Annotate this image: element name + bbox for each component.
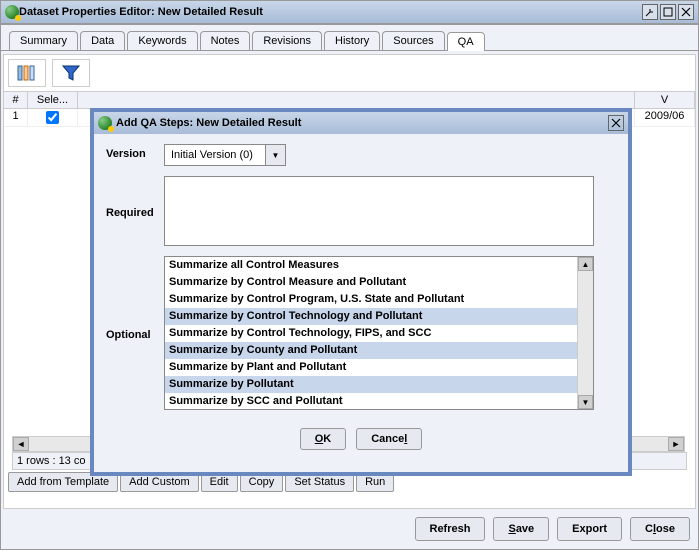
list-item[interactable]: Summarize by County and Pollutant bbox=[165, 342, 577, 359]
application-icon bbox=[5, 5, 19, 19]
maximize-icon[interactable] bbox=[660, 4, 676, 20]
minimize-icon[interactable] bbox=[642, 4, 658, 20]
refresh-button[interactable]: Refresh bbox=[415, 517, 486, 541]
main-panel: Summary Data Keywords Notes Revisions Hi… bbox=[0, 24, 699, 550]
add-qa-steps-dialog: Add QA Steps: New Detailed Result Versio… bbox=[91, 109, 631, 475]
optional-row: Optional Summarize all Control MeasuresS… bbox=[106, 256, 616, 410]
optional-label: Optional bbox=[106, 325, 164, 341]
list-item[interactable]: Summarize all Control Measures bbox=[165, 257, 577, 274]
close-icon[interactable] bbox=[678, 4, 694, 20]
version-row: Version Initial Version (0) ▼ bbox=[106, 144, 616, 166]
tab-summary[interactable]: Summary bbox=[9, 31, 78, 50]
scroll-down-icon[interactable]: ▼ bbox=[578, 395, 593, 409]
grid-col-when[interactable]: V bbox=[635, 92, 695, 108]
dialog-titlebar: Add QA Steps: New Detailed Result bbox=[94, 112, 628, 134]
window-controls bbox=[642, 4, 694, 20]
tab-history[interactable]: History bbox=[324, 31, 380, 50]
list-item[interactable]: Summarize by Control Technology, FIPS, a… bbox=[165, 325, 577, 342]
add-custom-button[interactable]: Add Custom bbox=[120, 472, 199, 492]
edit-button[interactable]: Edit bbox=[201, 472, 238, 492]
tab-bar: Summary Data Keywords Notes Revisions Hi… bbox=[1, 25, 698, 51]
toolbar bbox=[4, 55, 695, 91]
tab-revisions[interactable]: Revisions bbox=[252, 31, 322, 50]
row-checkbox[interactable] bbox=[46, 111, 59, 124]
set-status-button[interactable]: Set Status bbox=[285, 472, 354, 492]
save-button[interactable]: Save bbox=[493, 517, 549, 541]
filter-tool-icon[interactable] bbox=[52, 59, 90, 87]
tab-data[interactable]: Data bbox=[80, 31, 125, 50]
tab-keywords[interactable]: Keywords bbox=[127, 31, 197, 50]
columns-tool-icon[interactable] bbox=[8, 59, 46, 87]
grid-header: # Sele... V bbox=[4, 91, 695, 109]
vertical-scrollbar[interactable]: ▲ ▼ bbox=[577, 257, 593, 409]
scroll-left-icon[interactable]: ◄ bbox=[13, 437, 29, 451]
qa-button-bar: Add from Template Add Custom Edit Copy S… bbox=[8, 472, 394, 492]
tab-notes[interactable]: Notes bbox=[200, 31, 251, 50]
optional-listbox[interactable]: Summarize all Control MeasuresSummarize … bbox=[164, 256, 594, 410]
dialog-close-icon[interactable] bbox=[608, 115, 624, 131]
grid-cell-num: 1 bbox=[4, 109, 28, 126]
version-combobox[interactable]: Initial Version (0) ▼ bbox=[164, 144, 286, 166]
required-label: Required bbox=[106, 203, 164, 219]
grid-col-spacer bbox=[78, 92, 635, 108]
close-button[interactable]: Close bbox=[630, 517, 690, 541]
tab-qa[interactable]: QA bbox=[447, 32, 485, 51]
grid-col-num[interactable]: # bbox=[4, 92, 28, 108]
required-textarea[interactable] bbox=[164, 176, 594, 246]
optional-items: Summarize all Control MeasuresSummarize … bbox=[165, 257, 577, 409]
cancel-button[interactable]: Cancel bbox=[356, 428, 422, 450]
scroll-track-vertical[interactable] bbox=[578, 271, 593, 395]
grid-cell-date: 2009/06 bbox=[635, 109, 695, 126]
copy-button[interactable]: Copy bbox=[240, 472, 284, 492]
list-item[interactable]: Summarize by Control Program, U.S. State… bbox=[165, 291, 577, 308]
window-title: Dataset Properties Editor: New Detailed … bbox=[19, 6, 642, 18]
list-item[interactable]: Summarize by SCC and Pollutant bbox=[165, 393, 577, 409]
add-from-template-button[interactable]: Add from Template bbox=[8, 472, 118, 492]
scroll-up-icon[interactable]: ▲ bbox=[578, 257, 593, 271]
list-item[interactable]: Summarize by Plant and Pollutant bbox=[165, 359, 577, 376]
chevron-down-icon[interactable]: ▼ bbox=[265, 145, 285, 165]
ok-button[interactable]: OK bbox=[300, 428, 347, 450]
dialog-title: Add QA Steps: New Detailed Result bbox=[116, 117, 608, 129]
scroll-right-icon[interactable]: ► bbox=[668, 437, 684, 451]
list-item[interactable]: Summarize by Control Measure and Polluta… bbox=[165, 274, 577, 291]
export-button[interactable]: Export bbox=[557, 517, 622, 541]
run-button[interactable]: Run bbox=[356, 472, 394, 492]
dialog-button-row: OK Cancel bbox=[106, 420, 616, 462]
list-item[interactable]: Summarize by Pollutant bbox=[165, 376, 577, 393]
grid-cell-select[interactable] bbox=[28, 109, 78, 126]
version-value: Initial Version (0) bbox=[165, 149, 265, 161]
list-item[interactable]: Summarize by Control Technology and Poll… bbox=[165, 308, 577, 325]
dialog-body: Version Initial Version (0) ▼ Required O… bbox=[94, 134, 628, 472]
grid-col-select[interactable]: Sele... bbox=[28, 92, 78, 108]
version-label: Version bbox=[106, 144, 164, 160]
dialog-app-icon bbox=[98, 116, 112, 130]
window-titlebar: Dataset Properties Editor: New Detailed … bbox=[0, 0, 699, 24]
tab-sources[interactable]: Sources bbox=[382, 31, 444, 50]
required-row: Required bbox=[106, 176, 616, 246]
main-button-bar: Refresh Save Export Close bbox=[415, 517, 691, 541]
